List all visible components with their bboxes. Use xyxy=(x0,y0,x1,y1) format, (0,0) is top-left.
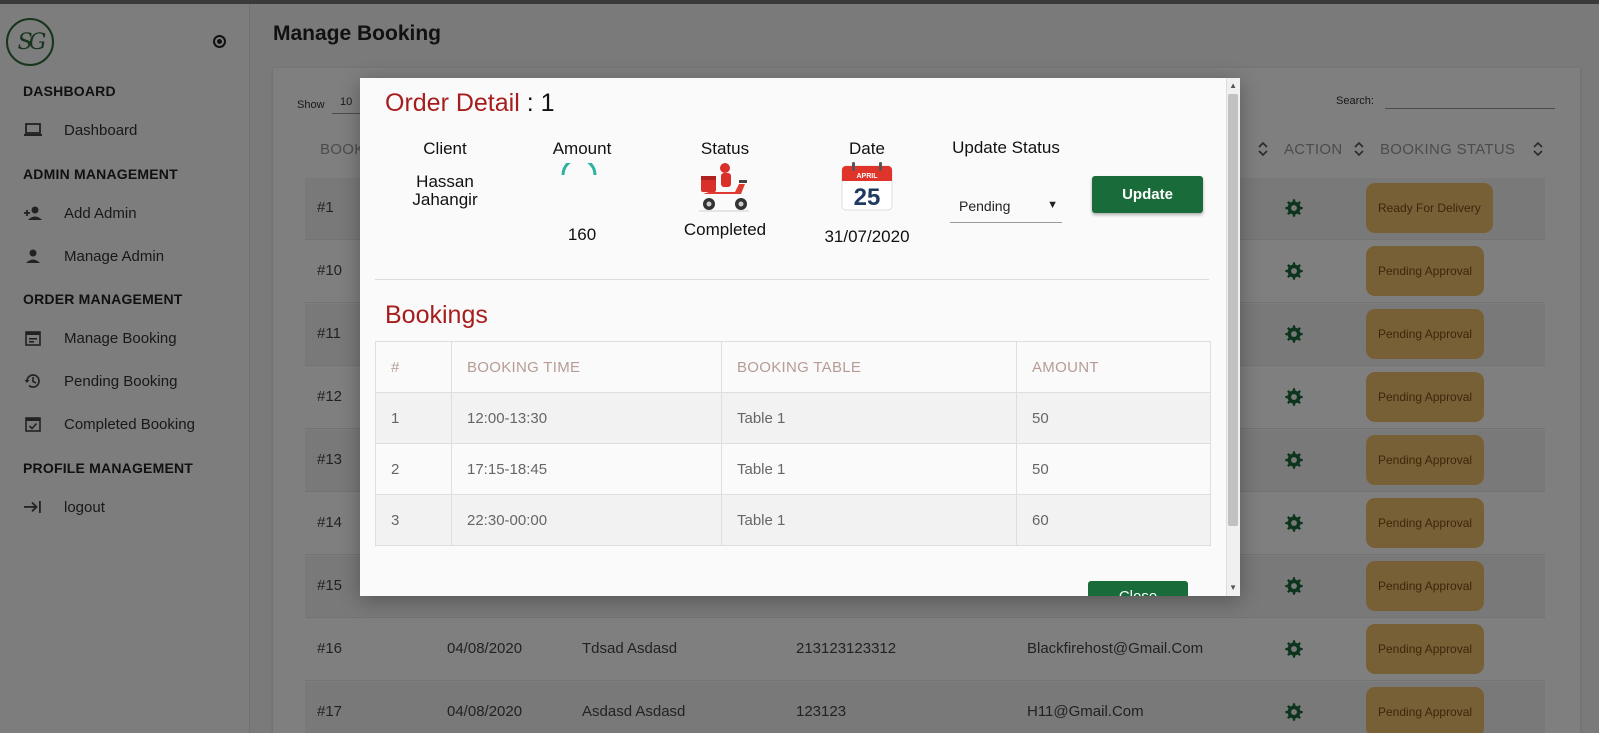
col-header-amount: AMOUNT xyxy=(1016,341,1211,393)
date-label: Date xyxy=(849,139,885,158)
modal-title-sep: : xyxy=(519,89,541,117)
cell-num: 2 xyxy=(375,443,452,495)
loading-spinner-icon xyxy=(561,163,597,176)
cell-amount: 50 xyxy=(1016,392,1211,444)
scroll-up-icon[interactable]: ▲ xyxy=(1229,81,1237,90)
status-value: Completed xyxy=(683,220,767,239)
close-button[interactable]: Close xyxy=(1088,581,1188,596)
update-button[interactable]: Update xyxy=(1092,176,1203,213)
update-status-value: Pending xyxy=(959,197,1011,214)
order-detail-modal: Order Detail : 1 Client Hassan Jahangir … xyxy=(360,78,1240,596)
bookings-title: Bookings xyxy=(385,301,488,329)
status-label: Status xyxy=(700,139,750,158)
client-value: Hassan Jahangir xyxy=(412,172,478,209)
cell-time: 22:30-00:00 xyxy=(451,494,722,546)
cell-table: Table 1 xyxy=(721,443,1017,495)
bookings-detail-table: # BOOKING TIME BOOKING TABLE AMOUNT 1 12… xyxy=(375,341,1211,546)
divider xyxy=(375,279,1209,280)
cell-table: Table 1 xyxy=(721,494,1017,546)
scroll-down-icon[interactable]: ▼ xyxy=(1229,583,1237,592)
scrollbar-thumb[interactable] xyxy=(1228,94,1238,526)
cell-num: 3 xyxy=(375,494,452,546)
calendar-date-icon: APRIL 25 xyxy=(841,162,893,211)
cell-table: Table 1 xyxy=(721,392,1017,444)
client-label: Client xyxy=(423,139,467,158)
delivery-scooter-icon xyxy=(699,163,749,212)
table-row: 1 12:00-13:30 Table 1 50 xyxy=(375,392,1211,444)
col-header-booking-table: BOOKING TABLE xyxy=(721,341,1017,393)
cell-time: 12:00-13:30 xyxy=(451,392,722,444)
col-header-num: # xyxy=(375,341,452,393)
cell-amount: 50 xyxy=(1016,443,1211,495)
update-status-label: Update Status xyxy=(952,138,1060,157)
cell-time: 17:15-18:45 xyxy=(451,443,722,495)
table-row: 3 22:30-00:00 Table 1 60 xyxy=(375,494,1211,546)
update-status-select[interactable]: Pending ▼ xyxy=(950,189,1062,223)
modal-title-text: Order Detail xyxy=(385,89,520,117)
calendar-month: APRIL xyxy=(857,173,879,180)
modal-title: Order Detail : 1 xyxy=(385,89,555,118)
cell-amount: 60 xyxy=(1016,494,1211,546)
amount-label: Amount xyxy=(552,139,612,158)
amount-value: 160 xyxy=(567,225,597,244)
modal-scrollbar[interactable]: ▲ ▼ xyxy=(1226,78,1240,596)
cell-num: 1 xyxy=(375,392,452,444)
date-value: 31/07/2020 xyxy=(824,227,910,246)
order-number: 1 xyxy=(540,89,555,117)
table-row: 2 17:15-18:45 Table 1 50 xyxy=(375,443,1211,495)
col-header-booking-time: BOOKING TIME xyxy=(451,341,722,393)
chevron-down-icon: ▼ xyxy=(1047,199,1058,211)
calendar-day: 25 xyxy=(854,184,881,211)
